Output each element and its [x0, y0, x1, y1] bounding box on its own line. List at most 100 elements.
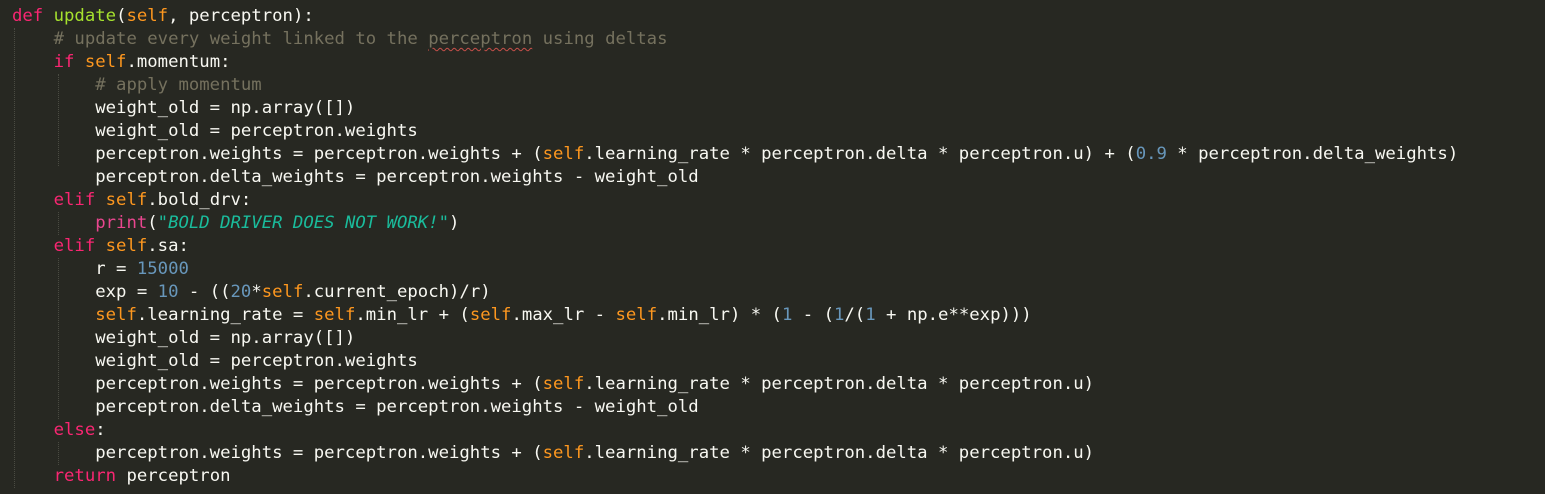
- code-token: weight_old = np.array([]): [12, 328, 356, 348]
- keyword-token: elif: [53, 236, 96, 256]
- number-token: 1: [834, 305, 845, 325]
- code-line: # apply momentum: [12, 74, 1458, 97]
- code-token: - (: [792, 305, 834, 325]
- code-token: .learning_rate * perceptron.delta * perc…: [584, 374, 1095, 394]
- code-line: if self.momentum:: [12, 51, 1458, 74]
- code-token: .learning_rate * perceptron.delta * perc…: [584, 443, 1095, 463]
- self-token: self: [469, 305, 512, 325]
- code-line: weight_old = np.array([]): [12, 327, 1458, 350]
- code-line: r = 15000: [12, 258, 1458, 281]
- code-content[interactable]: def update(self, perceptron): # update e…: [12, 5, 1458, 488]
- code-token: r =: [12, 259, 137, 279]
- code-editor[interactable]: def update(self, perceptron): # update e…: [0, 0, 1545, 494]
- code-token: perceptron.weights = perceptron.weights …: [12, 443, 543, 463]
- code-token: weight_old = perceptron.weights: [12, 121, 418, 141]
- code-token: .sa:: [147, 236, 189, 256]
- number-token: 1: [781, 305, 793, 325]
- code-token: .momentum:: [126, 52, 231, 72]
- code-token: ): [449, 213, 460, 233]
- code-line: self.learning_rate = self.min_lr + (self…: [12, 304, 1458, 327]
- code-token: .max_lr -: [511, 305, 616, 325]
- code-token: (: [116, 6, 127, 26]
- code-token: weight_old = np.array([]): [12, 98, 356, 118]
- code-line: perceptron.delta_weights = perceptron.we…: [12, 396, 1458, 419]
- code-line: # update every weight linked to the perc…: [12, 28, 1458, 51]
- number-token: 10: [157, 282, 179, 302]
- comment-token: using deltas: [532, 29, 668, 49]
- code-token: perceptron.weights = perceptron.weights …: [12, 374, 543, 394]
- self-token: self: [615, 305, 658, 325]
- self-token: self: [261, 282, 304, 302]
- code-token: :: [95, 420, 106, 440]
- comment-token: # update every weight linked to the: [53, 29, 429, 49]
- number-token: 0.9: [1135, 144, 1167, 164]
- code-token: .min_lr + (: [355, 305, 470, 325]
- code-token: - ((: [178, 282, 231, 302]
- self-token: self: [105, 236, 148, 256]
- code-token: .current_epoch)/r): [303, 282, 491, 302]
- comment-misspelled-token: perceptron: [428, 29, 533, 49]
- comment-token: # apply momentum: [95, 75, 262, 95]
- code-line: perceptron.delta_weights = perceptron.we…: [12, 166, 1458, 189]
- code-line: perceptron.weights = perceptron.weights …: [12, 442, 1458, 465]
- self-token: self: [126, 6, 169, 26]
- code-token: (: [147, 213, 158, 233]
- code-token: perceptron: [116, 466, 231, 486]
- code-line: weight_old = perceptron.weights: [12, 120, 1458, 143]
- code-line: elif self.bold_drv:: [12, 189, 1458, 212]
- keyword-token: elif: [53, 190, 96, 210]
- code-line: perceptron.weights = perceptron.weights …: [12, 143, 1458, 166]
- code-line: perceptron.weights = perceptron.weights …: [12, 373, 1458, 396]
- function-name-token: update: [53, 6, 117, 26]
- code-token: *: [251, 282, 262, 302]
- self-token: self: [95, 305, 137, 325]
- self-token: self: [105, 190, 148, 210]
- keyword-token: else: [53, 420, 96, 440]
- self-token: self: [313, 305, 356, 325]
- code-token: .bold_drv:: [147, 190, 252, 210]
- code-token: perceptron.delta_weights = perceptron.we…: [12, 167, 699, 187]
- code-line: def update(self, perceptron):: [12, 5, 1458, 28]
- code-line: exp = 10 - ((20*self.current_epoch)/r): [12, 281, 1458, 304]
- code-token: weight_old = perceptron.weights: [12, 351, 418, 371]
- code-line: weight_old = perceptron.weights: [12, 350, 1458, 373]
- code-token: /(: [844, 305, 866, 325]
- self-token: self: [542, 443, 585, 463]
- number-token: 15000: [136, 259, 189, 279]
- keyword-token: def: [12, 6, 44, 26]
- code-line: print("BOLD DRIVER DOES NOT WORK!"): [12, 212, 1458, 235]
- code-token: .learning_rate * perceptron.delta * perc…: [584, 144, 1136, 164]
- code-line: elif self.sa:: [12, 235, 1458, 258]
- builtin-token: print: [95, 213, 148, 233]
- self-token: self: [84, 52, 127, 72]
- code-line: return perceptron: [12, 465, 1458, 488]
- code-line: else:: [12, 419, 1458, 442]
- self-token: self: [542, 144, 585, 164]
- string-token: "BOLD DRIVER DOES NOT WORK!": [157, 213, 449, 233]
- code-token: * perceptron.delta_weights): [1166, 144, 1459, 164]
- code-token: exp =: [12, 282, 158, 302]
- self-token: self: [542, 374, 585, 394]
- code-token: , perceptron):: [168, 6, 314, 26]
- number-token: 1: [865, 305, 876, 325]
- code-token: + np.e**exp))): [875, 305, 1032, 325]
- code-token: perceptron.delta_weights = perceptron.we…: [12, 397, 699, 417]
- keyword-token: return: [53, 466, 117, 486]
- keyword-token: if: [53, 52, 75, 72]
- code-token: .learning_rate =: [136, 305, 314, 325]
- code-token: .min_lr) * (: [657, 305, 782, 325]
- code-token: perceptron.weights = perceptron.weights …: [12, 144, 543, 164]
